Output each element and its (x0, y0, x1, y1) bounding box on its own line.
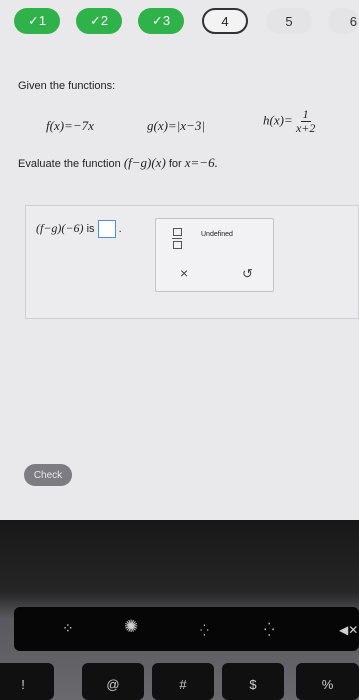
brightness-low-icon[interactable]: ⁘ (62, 620, 74, 637)
function-h-fraction: 1 x+2 (296, 108, 315, 135)
step-5[interactable]: 5 (266, 8, 312, 34)
key-dollar[interactable]: $ (222, 663, 284, 700)
fraction-button[interactable] (172, 228, 182, 249)
clear-button[interactable]: × (180, 265, 188, 281)
prompt-value: x=−6. (184, 155, 218, 170)
step-4[interactable]: 4 (202, 8, 248, 34)
function-f: f(x)=−7x (46, 118, 94, 133)
answer-input[interactable] (97, 220, 116, 238)
function-h-label: h(x)= (263, 112, 293, 128)
function-g: g(x)=|x−3| (147, 118, 205, 133)
keyboard-light-low-icon[interactable]: ⁛ (200, 624, 209, 637)
step-6[interactable]: 6 (328, 8, 359, 34)
answer-expression: (f−g)(−6) (36, 220, 84, 235)
app-screen: ✓1 ✓2 ✓3 4 5 6 Given the functions: f(x)… (0, 0, 359, 520)
brightness-high-icon[interactable]: ✺ (124, 617, 138, 637)
evaluate-prompt: Evaluate the function (f−g)(x) for x=−6. (18, 155, 218, 171)
answer-is: is (86, 222, 95, 235)
fraction-denominator: x+2 (295, 121, 316, 135)
mute-icon[interactable]: ◀✕ (339, 623, 358, 637)
undo-button[interactable]: ↺ (242, 266, 253, 282)
check-button[interactable]: Check (24, 464, 72, 486)
undefined-button[interactable]: Undefined (201, 231, 233, 238)
key-at[interactable]: @ (82, 663, 144, 700)
step-2[interactable]: ✓2 (76, 8, 122, 34)
keyboard-light-high-icon[interactable]: ⁛ (264, 622, 274, 638)
answer-period: . (118, 222, 122, 235)
prompt-for: for (168, 158, 182, 170)
step-1[interactable]: ✓1 (14, 8, 60, 34)
key-percent[interactable]: % (296, 663, 359, 700)
fraction-numerator: 1 (300, 107, 311, 122)
function-h: h(x)= 1 x+2 (263, 108, 315, 135)
math-keypad: Undefined × ↺ (155, 218, 274, 292)
intro-text: Given the functions: (18, 80, 116, 92)
progress-steps: ✓1 ✓2 ✓3 4 5 6 (0, 0, 359, 44)
prompt-text: Evaluate the function (18, 158, 121, 170)
step-3[interactable]: ✓3 (138, 8, 184, 34)
answer-row: (f−g)(−6) is . (36, 220, 122, 238)
prompt-expression: (f−g)(x) (123, 155, 166, 170)
key-hash[interactable]: # (152, 663, 214, 700)
key-exclamation[interactable]: ! (0, 663, 54, 700)
